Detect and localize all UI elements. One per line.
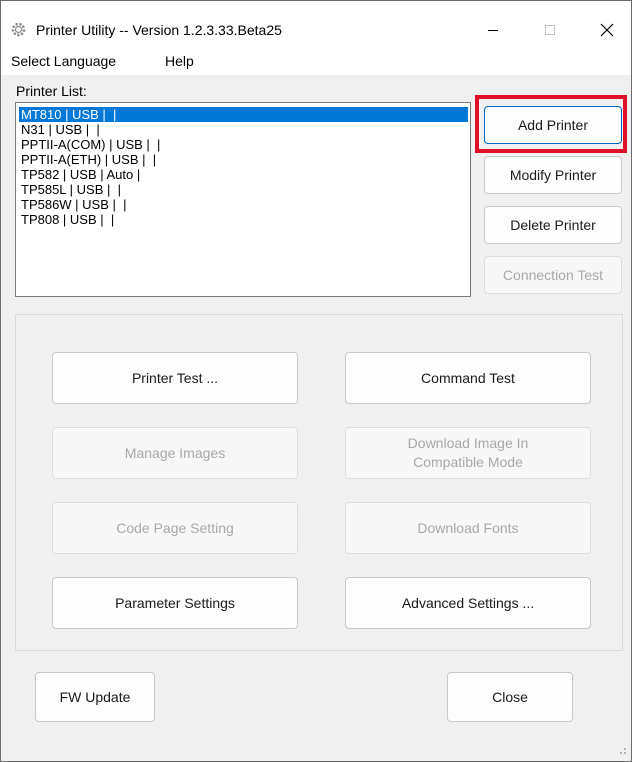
fw-update-label: FW Update bbox=[59, 689, 131, 705]
printer-test-button[interactable]: Printer Test ... bbox=[52, 352, 298, 404]
command-test-label: Command Test bbox=[421, 370, 515, 386]
code-page-setting-button[interactable]: Code Page Setting bbox=[52, 502, 298, 554]
list-item[interactable]: N31 | USB | | bbox=[19, 122, 100, 137]
printer-utility-window: Printer Utility -- Version 1.2.3.33.Beta… bbox=[0, 0, 632, 762]
modify-printer-button[interactable]: Modify Printer bbox=[484, 156, 622, 194]
list-item[interactable]: TP582 | USB | Auto | bbox=[19, 167, 140, 182]
printer-test-label: Printer Test ... bbox=[131, 370, 219, 386]
maximize-button[interactable] bbox=[528, 15, 572, 45]
maximize-icon bbox=[545, 25, 555, 35]
download-image-compatible-button[interactable]: Download Image In Compatible Mode bbox=[345, 427, 591, 479]
list-item[interactable]: TP808 | USB | | bbox=[19, 212, 114, 227]
menu-select-language[interactable]: Select Language bbox=[11, 53, 116, 69]
fw-update-button[interactable]: FW Update bbox=[35, 672, 155, 722]
close-button[interactable]: Close bbox=[447, 672, 573, 722]
title-bar: Printer Utility -- Version 1.2.3.33.Beta… bbox=[1, 1, 631, 45]
connection-test-button[interactable]: Connection Test bbox=[484, 256, 622, 294]
delete-printer-label: Delete Printer bbox=[510, 217, 596, 233]
list-item[interactable]: TP586W | USB | | bbox=[19, 197, 127, 212]
parameter-settings-button[interactable]: Parameter Settings bbox=[52, 577, 298, 629]
menu-help[interactable]: Help bbox=[165, 53, 194, 69]
download-image-label-line1: Download Image In bbox=[407, 435, 529, 451]
download-fonts-label: Download Fonts bbox=[417, 520, 519, 536]
download-fonts-button[interactable]: Download Fonts bbox=[345, 502, 591, 554]
connection-test-label: Connection Test bbox=[502, 267, 604, 283]
code-page-setting-label: Code Page Setting bbox=[116, 520, 234, 536]
list-item[interactable]: MT810 | USB | | bbox=[19, 107, 468, 122]
close-window-button[interactable] bbox=[585, 15, 629, 45]
add-printer-label: Add Printer bbox=[517, 117, 589, 133]
status-bar bbox=[1, 737, 631, 761]
window-title: Printer Utility -- Version 1.2.3.33.Beta… bbox=[36, 22, 282, 38]
close-label: Close bbox=[492, 689, 528, 705]
modify-printer-label: Modify Printer bbox=[509, 167, 597, 183]
command-test-button[interactable]: Command Test bbox=[345, 352, 591, 404]
parameter-settings-label: Parameter Settings bbox=[115, 595, 235, 611]
close-icon bbox=[600, 23, 614, 37]
gear-icon bbox=[11, 22, 26, 37]
list-item[interactable]: PPTII-A(COM) | USB | | bbox=[19, 137, 160, 152]
download-image-label-line2: Compatible Mode bbox=[413, 454, 523, 470]
printer-list-label: Printer List: bbox=[16, 83, 87, 99]
manage-images-button[interactable]: Manage Images bbox=[52, 427, 298, 479]
add-printer-button[interactable]: Add Printer bbox=[484, 106, 622, 144]
advanced-settings-label: Advanced Settings ... bbox=[401, 595, 535, 611]
advanced-settings-button[interactable]: Advanced Settings ... bbox=[345, 577, 591, 629]
minimize-button[interactable] bbox=[471, 15, 515, 45]
manage-images-label: Manage Images bbox=[124, 445, 226, 461]
minimize-icon bbox=[488, 30, 498, 31]
printer-list[interactable]: MT810 | USB | | N31 | USB | | PPTII-A(CO… bbox=[15, 102, 471, 297]
resize-grip-icon[interactable] bbox=[617, 747, 627, 757]
list-item[interactable]: PPTII-A(ETH) | USB | | bbox=[19, 152, 156, 167]
delete-printer-button[interactable]: Delete Printer bbox=[484, 206, 622, 244]
menu-bar: Select Language Help bbox=[1, 45, 631, 75]
list-item[interactable]: TP585L | USB | | bbox=[19, 182, 121, 197]
